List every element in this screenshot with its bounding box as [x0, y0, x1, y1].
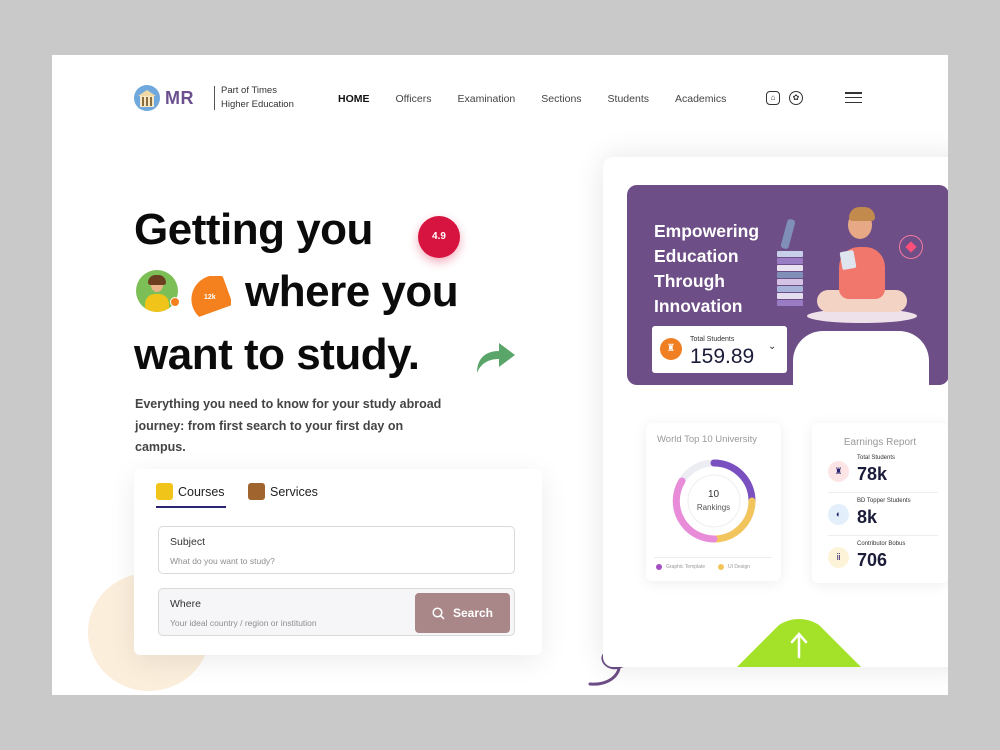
brand-tagline: Part of Times Higher Education — [221, 84, 294, 112]
page: MR Part of Times Higher Education HOME O… — [52, 55, 948, 695]
nav-sections[interactable]: Sections — [541, 93, 581, 105]
hero-heading-line-3: want to study. — [134, 330, 420, 379]
courses-icon — [156, 483, 173, 500]
chevron-down-icon[interactable]: ⌄ — [768, 341, 776, 352]
legend-graphic-template: Graphic Template — [656, 564, 705, 570]
empowering-line-4: Innovation — [654, 296, 743, 316]
subject-field[interactable]: Subject What do you want to study? — [158, 526, 515, 574]
tab-services-label: Services — [270, 484, 318, 499]
earnings-row[interactable]: ♜ Total Students 78k — [828, 454, 938, 494]
nav-officers[interactable]: Officers — [396, 93, 432, 105]
earnings-row-label: Contributor Bobus — [857, 541, 906, 547]
nav-examination[interactable]: Examination — [457, 93, 515, 105]
legend-label: UI Design — [728, 564, 750, 570]
tagline-line-1: Part of Times — [221, 85, 277, 96]
earnings-title: Earnings Report — [843, 437, 917, 448]
empowering-line-3: Through — [654, 271, 725, 291]
earnings-row-value: 706 — [857, 550, 888, 570]
trophy-icon: ♜ — [828, 461, 849, 482]
hero-description: Everything you need to know for your stu… — [135, 397, 442, 454]
search-button[interactable]: Search — [415, 593, 510, 633]
search-icon — [432, 606, 445, 620]
half-pie-badge: 12k — [189, 275, 233, 318]
online-dot-icon — [170, 297, 180, 307]
search-button-label: Search — [452, 606, 494, 620]
legend-ui-design: UI Design — [718, 564, 750, 570]
earnings-row-label: Total Students — [857, 455, 896, 461]
total-students-value: 159.89 — [690, 345, 755, 368]
divider — [828, 535, 938, 536]
ranking-ring — [672, 459, 756, 543]
card-notch — [793, 331, 929, 385]
globe-icon[interactable]: ✿ — [789, 91, 803, 105]
scroll-up-button[interactable] — [735, 619, 863, 667]
menu-icon[interactable] — [845, 92, 862, 104]
trophy-icon: ♜ — [660, 338, 682, 360]
badge-count: 12k — [204, 294, 216, 301]
heart-orb-icon — [899, 235, 923, 259]
divider — [654, 557, 772, 558]
tab-courses[interactable]: Courses — [156, 483, 225, 500]
tab-courses-label: Courses — [178, 484, 225, 499]
earnings-row[interactable]: ⅱ Contributor Bobus 706 — [828, 540, 938, 580]
earnings-row-value: 78k — [857, 464, 888, 484]
tab-services[interactable]: Services — [248, 483, 318, 500]
people-icon: ⅱ — [828, 547, 849, 568]
active-tab-indicator — [156, 506, 226, 508]
total-students-label: Total Students — [690, 336, 735, 343]
empowering-title: Empowering Education Through Innovation — [654, 219, 759, 319]
nav-academics[interactable]: Academics — [675, 93, 726, 105]
empowering-card: Empowering Education Through Innovation … — [627, 185, 948, 385]
empowering-line-2: Education — [654, 246, 739, 266]
forward-arrow-icon — [473, 335, 517, 380]
dashboard-panel: Empowering Education Through Innovation … — [603, 157, 948, 667]
ranking-card: World Top 10 University 10 Rankings Grap… — [646, 423, 781, 581]
hero-heading-line-1: Getting you — [134, 205, 373, 254]
badge-icon: ◐ — [828, 504, 849, 525]
hero-heading-line-2: where you — [245, 267, 459, 316]
earnings-card: Earnings Report ♜ Total Students 78k ◐ B… — [812, 423, 948, 583]
ranking-label: Rankings — [696, 503, 731, 512]
nav-home[interactable]: HOME — [338, 93, 370, 105]
search-card: Courses Services Subject What do you wan… — [134, 469, 542, 655]
ranking-value: 10 — [707, 489, 720, 500]
where-field[interactable]: Where Your ideal country / region or ins… — [158, 588, 515, 636]
total-students-box[interactable]: ♜ Total Students 159.89 ⌄ — [652, 326, 787, 373]
tagline-line-2: Higher Education — [221, 99, 294, 110]
subject-placeholder: What do you want to study? — [170, 556, 275, 566]
brand-name[interactable]: MR — [165, 88, 194, 109]
divider — [828, 492, 938, 493]
where-placeholder: Your ideal country / region or instituti… — [170, 618, 317, 628]
tablet-icon — [839, 249, 857, 271]
student-hair — [849, 207, 875, 221]
earnings-row-value: 8k — [857, 507, 878, 527]
earnings-row-label: BD Topper Students — [857, 498, 911, 504]
nav-students[interactable]: Students — [608, 93, 649, 105]
books-stack-icon — [777, 251, 803, 315]
empowering-line-1: Empowering — [654, 221, 760, 241]
earnings-row[interactable]: ◐ BD Topper Students 8k — [828, 497, 938, 537]
services-icon — [248, 483, 265, 500]
main-nav: HOME Officers Examination Sections Stude… — [338, 93, 752, 105]
microscope-icon — [780, 218, 796, 250]
legend-label: Graphic Template — [666, 564, 706, 570]
rating-badge: 4.9 — [418, 216, 460, 258]
university-logo-icon[interactable] — [134, 85, 160, 111]
shirt-icon[interactable]: ⌂ — [766, 91, 780, 105]
where-label: Where — [170, 598, 201, 610]
brand-divider — [214, 86, 215, 110]
ranking-title: World Top 10 University — [657, 434, 757, 445]
subject-label: Subject — [170, 536, 206, 548]
